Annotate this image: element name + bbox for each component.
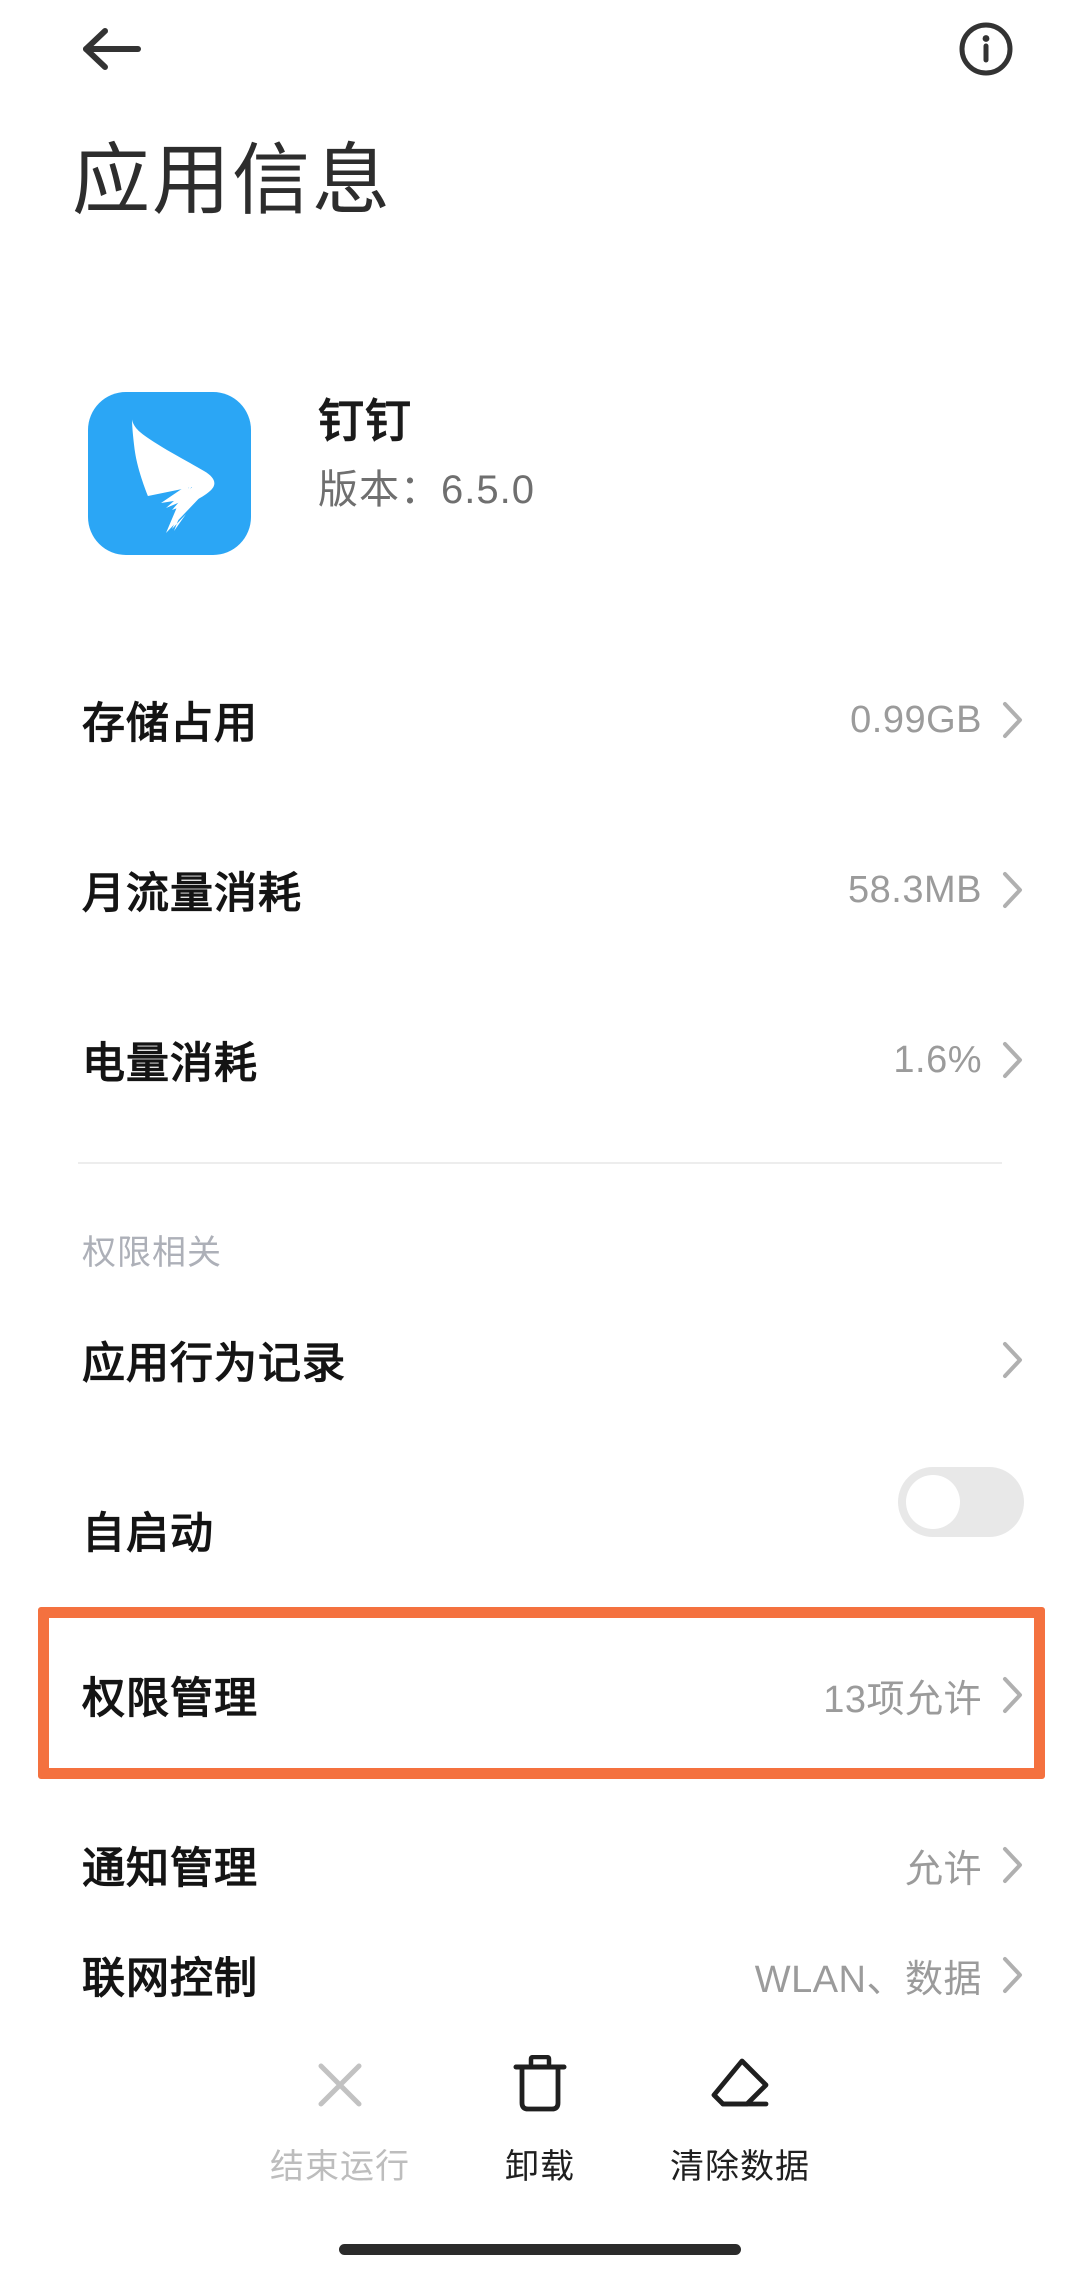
row-right: 1.6% [893, 1039, 1024, 1082]
bottom-action-bar: 结束运行 卸载 清除数据 [0, 2035, 1080, 2220]
back-button[interactable] [68, 14, 154, 84]
row-right: 58.3MB [848, 869, 1024, 912]
row-value: 58.3MB [848, 868, 982, 911]
chevron-right-icon [1002, 871, 1024, 909]
list-item-app-behavior-log[interactable]: 应用行为记录 [0, 1300, 1080, 1420]
row-label: 电量消耗 [82, 1040, 258, 1088]
row-value: 13项允许 [823, 1678, 982, 1721]
list-item-network-control[interactable]: 联网控制 WLAN、数据 [0, 1915, 1080, 2035]
chevron-right-icon [1002, 1341, 1024, 1379]
row-right: 0.99GB [850, 699, 1024, 742]
list-item-notification-manager[interactable]: 通知管理 允许 [0, 1805, 1080, 1925]
app-version: 版本：6.5.0 [318, 468, 535, 512]
toggle-knob [906, 1475, 960, 1529]
row-value: 0.99GB [850, 698, 982, 741]
app-header: 钉钉 版本：6.5.0 [0, 380, 1080, 570]
row-label: 联网控制 [82, 1955, 258, 2003]
close-x-icon [311, 2053, 369, 2117]
list-item-permission-manager[interactable]: 权限管理 13项允许 [0, 1635, 1080, 1755]
row-value: 1.6% [893, 1038, 982, 1081]
home-indicator[interactable] [339, 2244, 741, 2255]
row-right: WLAN、数据 [755, 1948, 1024, 2003]
row-value: WLAN、数据 [754, 1958, 982, 2001]
chevron-right-icon [1002, 1956, 1024, 1994]
row-label: 存储占用 [82, 700, 258, 748]
app-meta: 钉钉 版本：6.5.0 [318, 398, 535, 510]
app-info-screen: 应用信息 钉钉 版本：6.5.0 存储占用 0.99GB 月流量消耗 58.3M… [0, 0, 1080, 2277]
info-button[interactable] [948, 14, 1024, 84]
eraser-icon [709, 2053, 771, 2117]
force-stop-label: 结束运行 [270, 2148, 410, 2186]
list-item-storage[interactable]: 存储占用 0.99GB [0, 660, 1080, 780]
row-right [1002, 1341, 1024, 1379]
row-label: 自启动 [82, 1510, 214, 1558]
page-title: 应用信息 [72, 136, 393, 224]
row-label: 权限管理 [82, 1675, 258, 1723]
section-header-permissions: 权限相关 [82, 1234, 222, 1272]
section-divider [78, 1162, 1002, 1164]
chevron-right-icon [1002, 1846, 1024, 1884]
uninstall-label: 卸载 [505, 2148, 575, 2186]
info-circle-icon [958, 21, 1014, 77]
list-item-battery-usage[interactable]: 电量消耗 1.6% [0, 1000, 1080, 1120]
dingtalk-app-icon [88, 392, 251, 555]
top-bar [0, 0, 1080, 100]
row-label: 月流量消耗 [82, 870, 302, 918]
trash-icon [511, 2053, 569, 2117]
row-label: 应用行为记录 [82, 1340, 346, 1388]
chevron-right-icon [1002, 1676, 1024, 1714]
autostart-toggle[interactable] [898, 1467, 1024, 1537]
arrow-left-icon [80, 26, 142, 72]
chevron-right-icon [1002, 1041, 1024, 1079]
list-item-data-usage[interactable]: 月流量消耗 58.3MB [0, 830, 1080, 950]
app-name: 钉钉 [318, 395, 412, 447]
row-right: 13项允许 [823, 1668, 1024, 1723]
row-value: 允许 [904, 1848, 982, 1891]
clear-data-button[interactable]: 清除数据 [640, 2035, 840, 2188]
force-stop-button[interactable]: 结束运行 [240, 2035, 440, 2188]
chevron-right-icon [1002, 701, 1024, 739]
clear-data-label: 清除数据 [670, 2148, 810, 2186]
row-label: 通知管理 [82, 1845, 258, 1893]
row-right: 允许 [905, 1838, 1024, 1893]
list-item-autostart[interactable]: 自启动 [0, 1467, 1080, 1590]
uninstall-button[interactable]: 卸载 [440, 2035, 640, 2188]
